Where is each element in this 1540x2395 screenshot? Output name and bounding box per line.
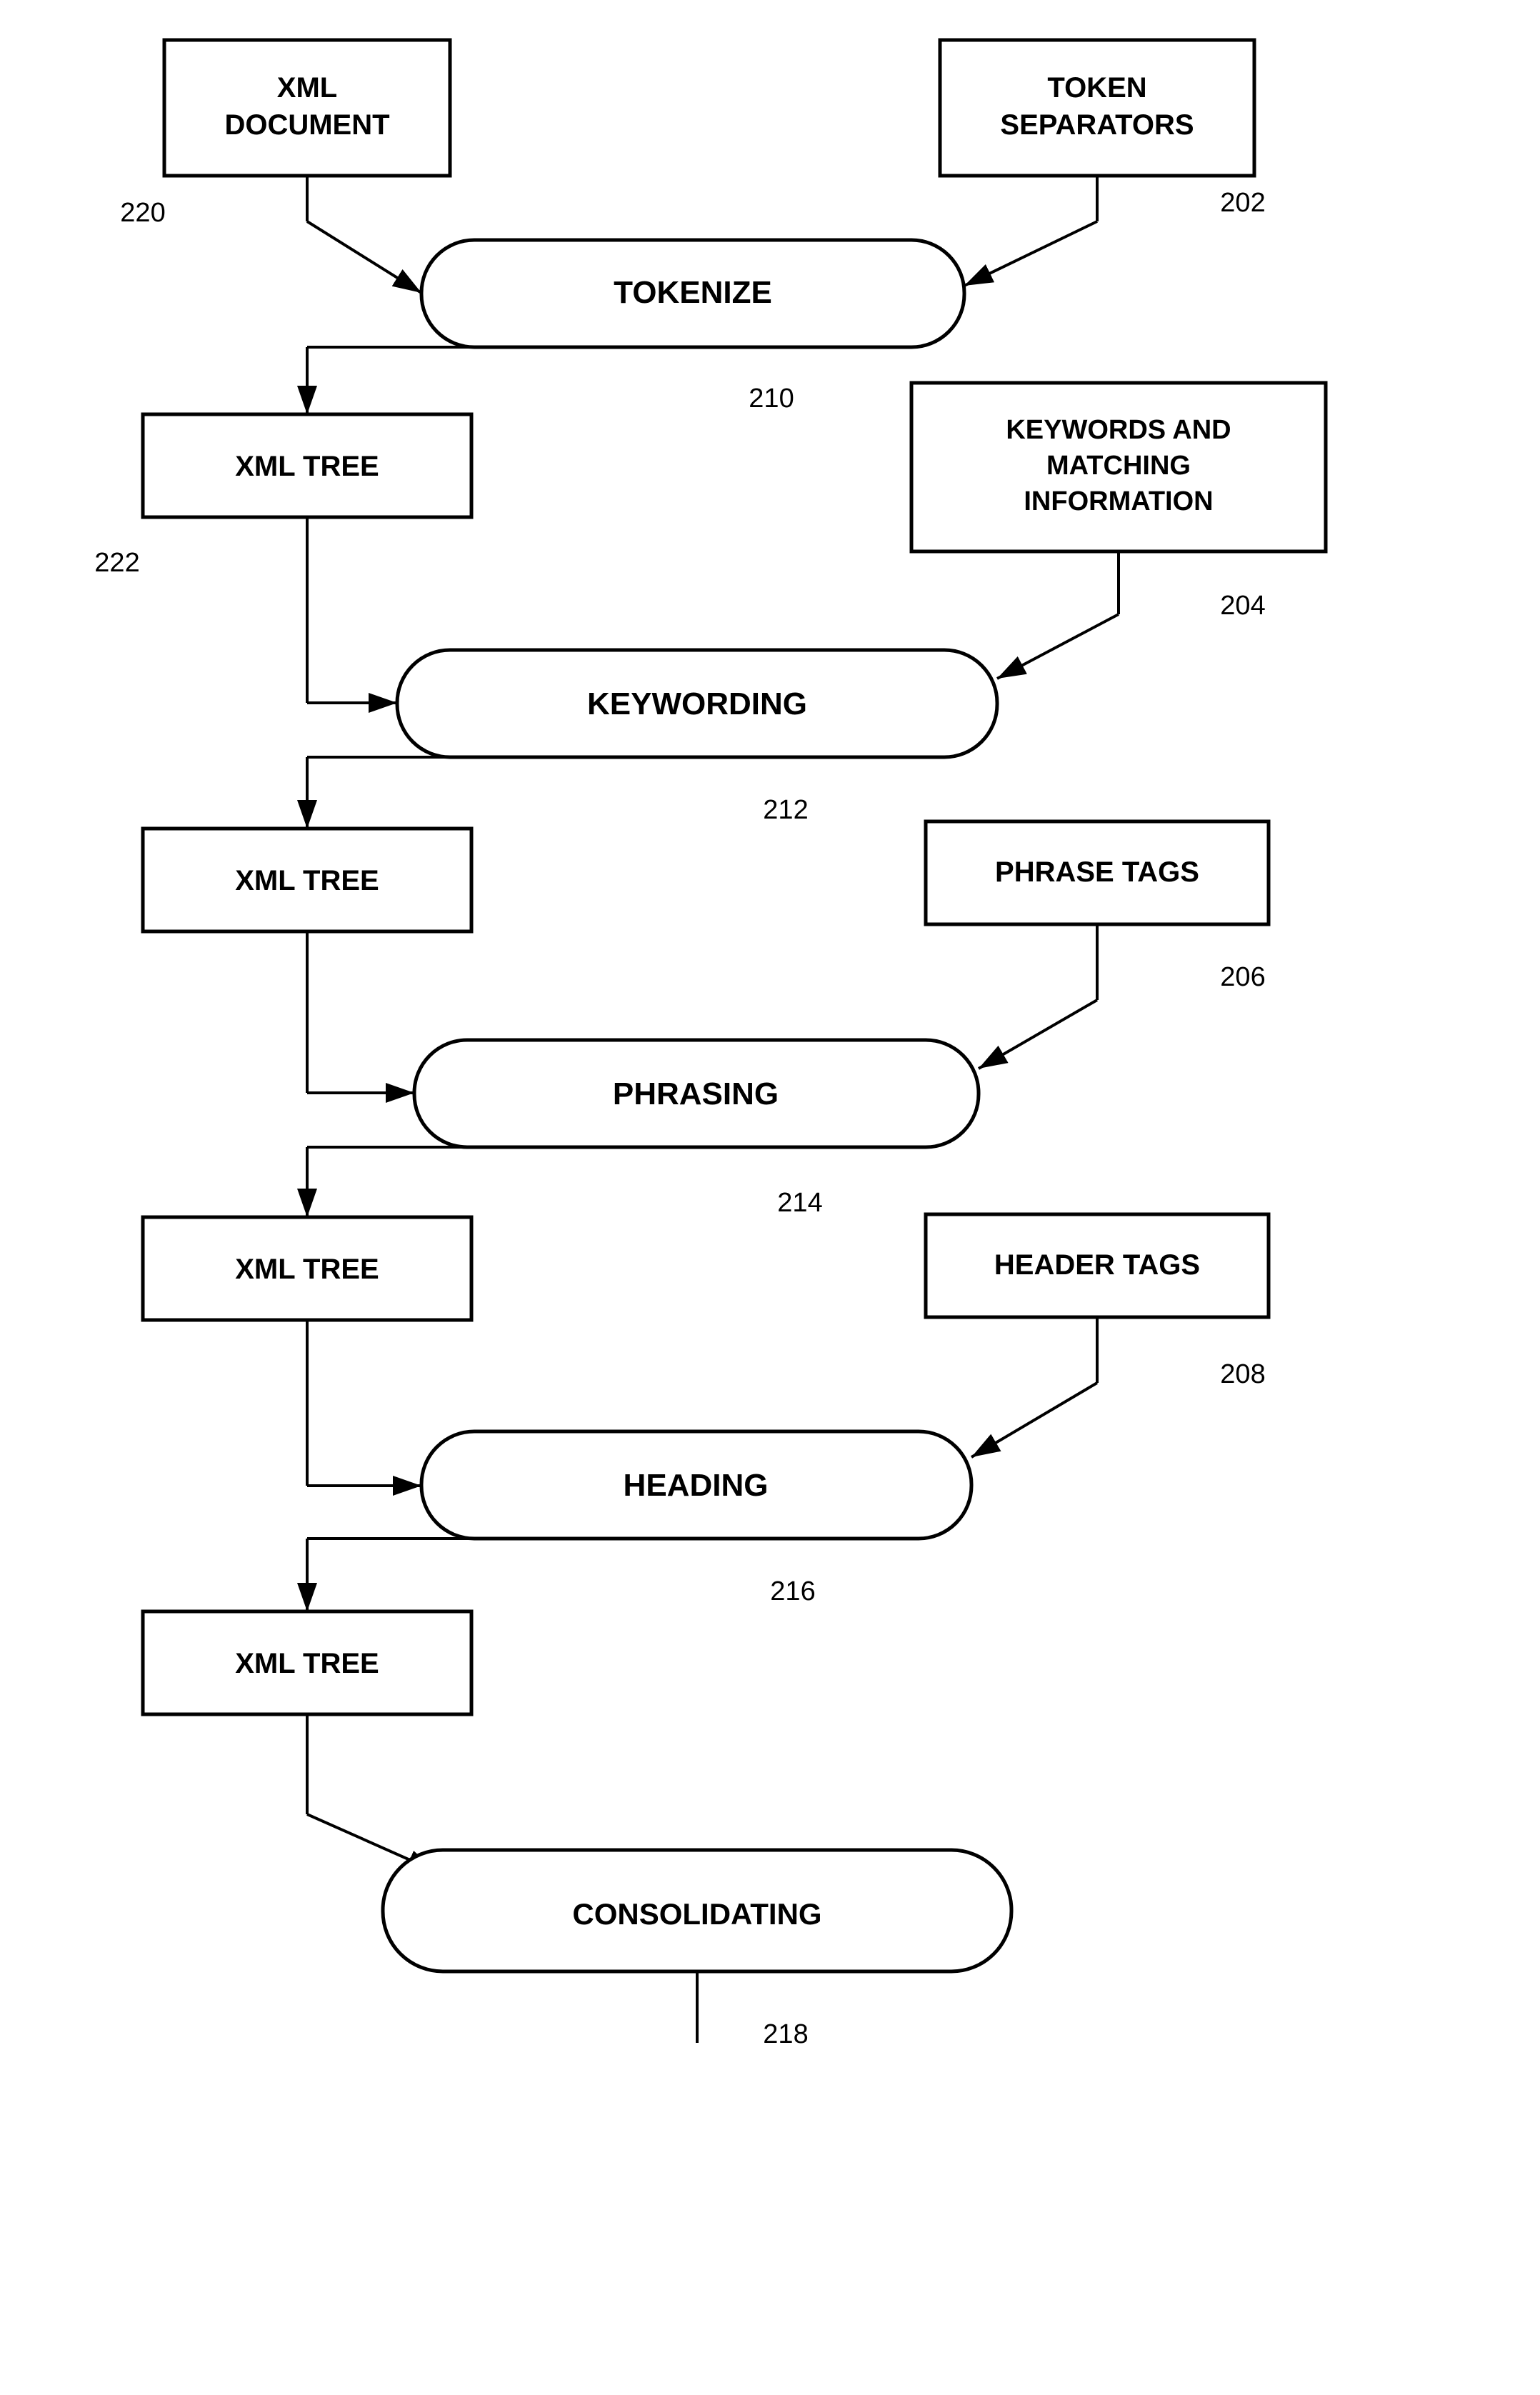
label-220: 220	[120, 198, 165, 228]
label-202: 202	[1220, 188, 1265, 218]
heading-label: HEADING	[624, 1468, 769, 1503]
diagram-container: XML DOCUMENT TOKEN SEPARATORS 202 TOKENI…	[0, 0, 1540, 2391]
keywords-label1: KEYWORDS AND	[1006, 415, 1231, 445]
xml-tree-4-label: XML TREE	[235, 1648, 379, 1679]
arrow-headertags-heading	[971, 1383, 1097, 1457]
consolidating-label: CONSOLIDATING	[572, 1897, 821, 1931]
arrow-phrasetags-phrasing	[979, 1000, 1097, 1069]
label-206: 206	[1220, 962, 1265, 992]
arrow-tokensep-tokenize	[964, 221, 1097, 286]
label-222: 222	[94, 548, 139, 578]
phrasing-label: PHRASING	[613, 1076, 779, 1111]
arrow-xmldoc-tokenize	[307, 221, 421, 293]
xml-tree-2-label: XML TREE	[235, 865, 379, 896]
xml-document-label: XML	[277, 72, 337, 104]
xml-document-label2: DOCUMENT	[224, 109, 389, 141]
label-204: 204	[1220, 591, 1265, 621]
token-sep-label1: TOKEN	[1047, 72, 1146, 104]
keywords-label2: MATCHING	[1046, 451, 1191, 481]
token-sep-label2: SEPARATORS	[1000, 109, 1194, 141]
label-208: 208	[1220, 1359, 1265, 1389]
xml-document-box	[164, 40, 450, 176]
header-tags-label: HEADER TAGS	[994, 1249, 1200, 1281]
label-212: 212	[763, 795, 808, 825]
phrase-tags-label: PHRASE TAGS	[995, 856, 1199, 888]
arrow-keywords-keywording	[997, 614, 1119, 679]
keywording-label: KEYWORDING	[587, 686, 807, 721]
xml-tree-1-label: XML TREE	[235, 451, 379, 482]
token-separators-box	[940, 40, 1254, 176]
label-218: 218	[763, 2019, 808, 2049]
tokenize-label: TOKENIZE	[614, 275, 772, 310]
label-214: 214	[777, 1188, 822, 1218]
xml-tree-3-label: XML TREE	[235, 1254, 379, 1285]
label-216: 216	[770, 1576, 815, 1606]
keywords-label3: INFORMATION	[1024, 486, 1213, 516]
label-210: 210	[749, 384, 794, 414]
